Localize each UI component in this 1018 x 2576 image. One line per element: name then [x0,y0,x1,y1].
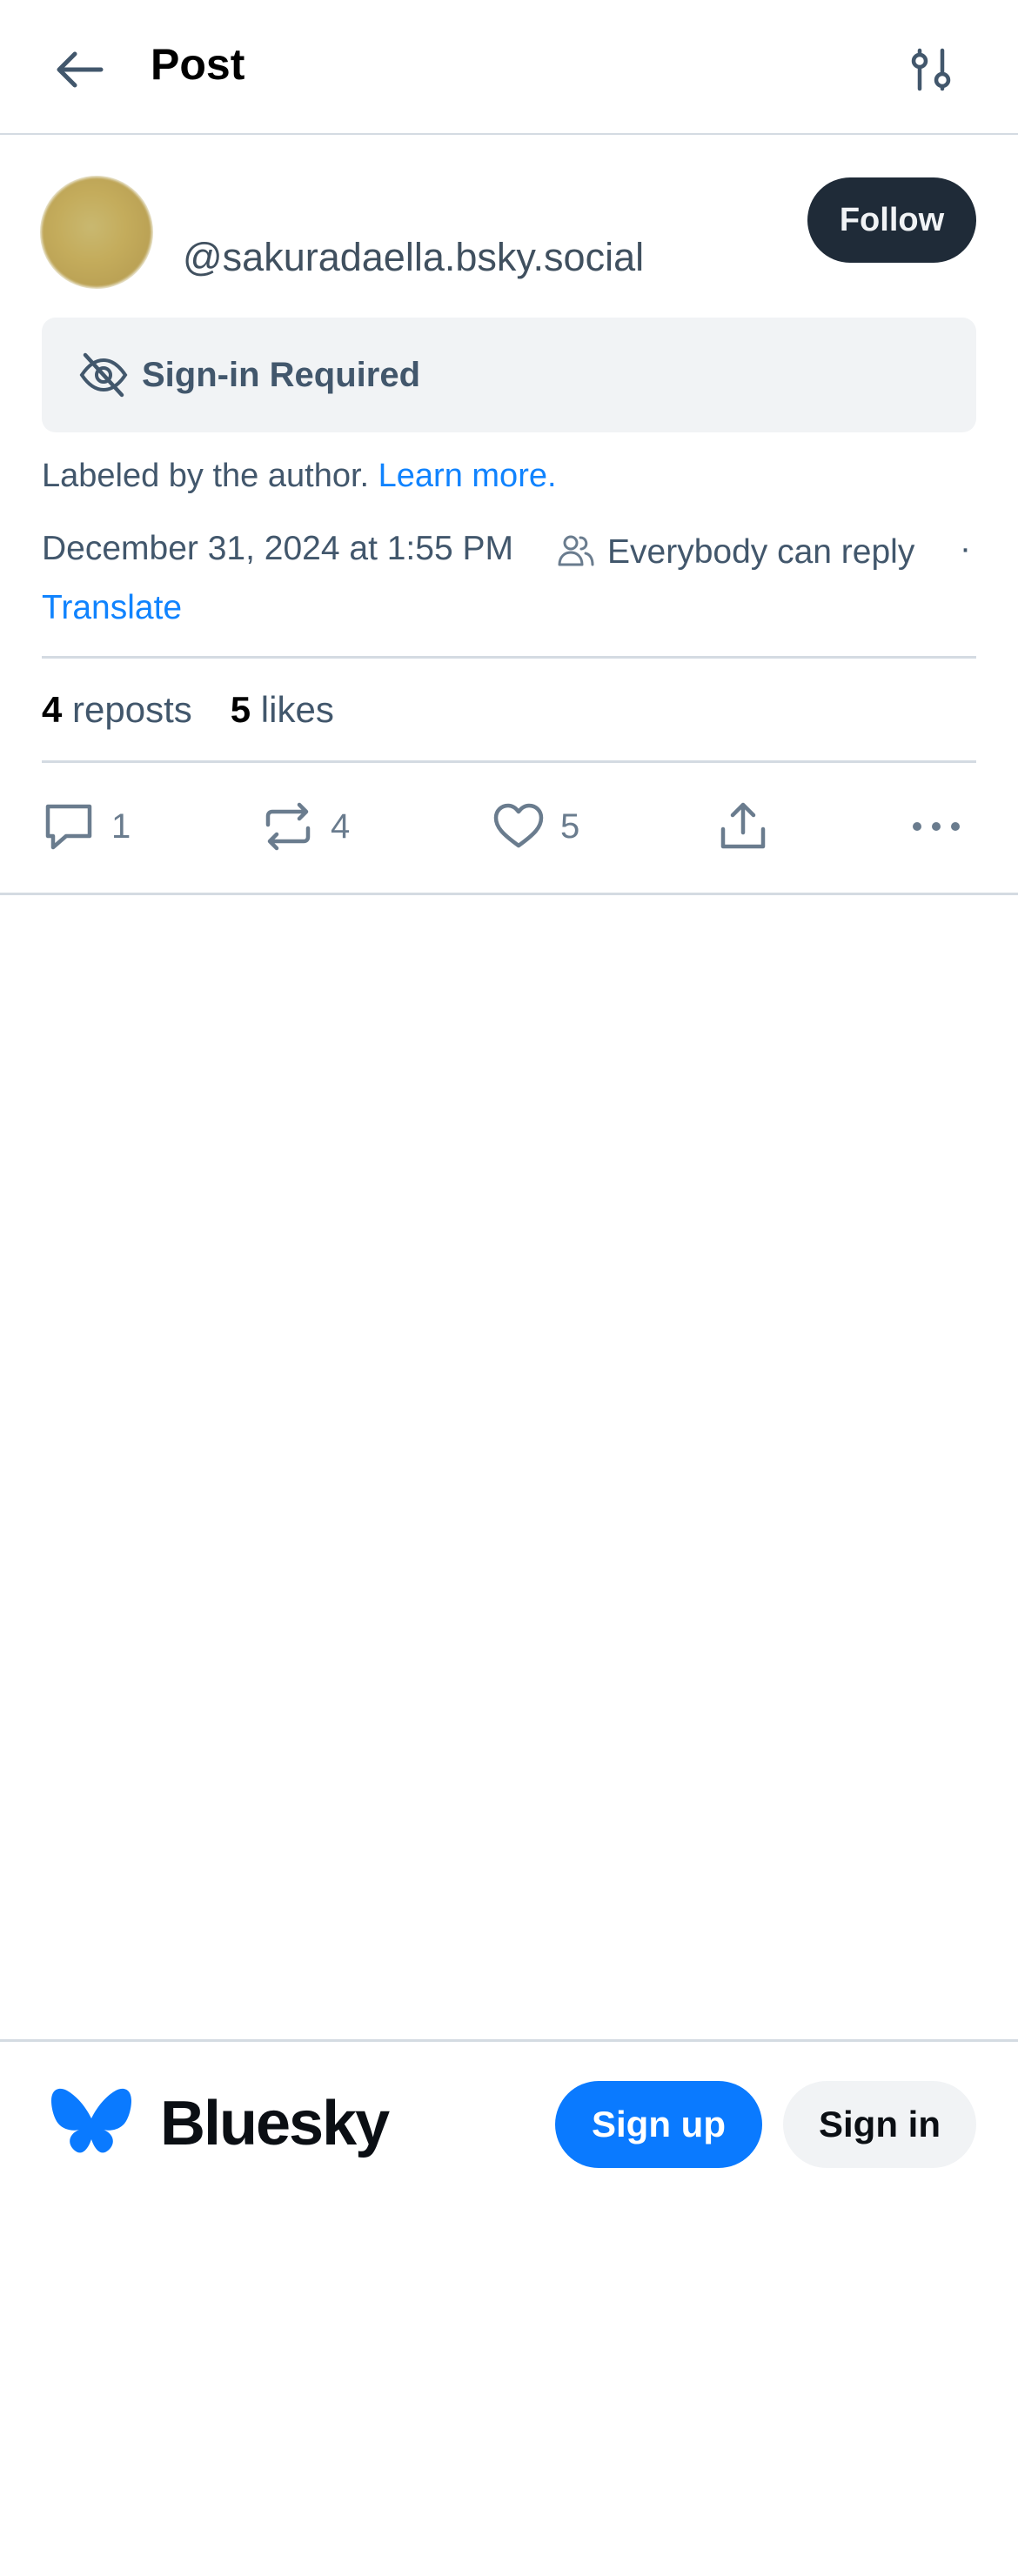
likes-count-link[interactable]: 5 likes [231,689,334,730]
arrow-left-icon [57,51,104,88]
post-timestamp: December 31, 2024 at 1:55 PM [42,530,513,567]
post-page: Post @sakuradaella.bsky.social Follow Si… [0,0,1018,2576]
reply-count: 1 [111,807,131,846]
repost-button[interactable]: 4 [261,783,350,870]
signup-footer: Bluesky Sign up Sign in [0,2039,1018,2187]
divider [42,760,976,763]
more-options-button[interactable] [910,783,962,870]
translate-link[interactable]: Translate [42,585,182,631]
divider [42,656,976,659]
signin-button[interactable]: Sign in [783,2081,976,2168]
top-bar: Post [0,0,1018,135]
like-button[interactable]: 5 [492,783,579,870]
follow-button[interactable]: Follow [807,177,976,263]
eye-slash-icon [79,352,128,398]
ellipsis-icon [913,822,960,831]
people-icon [558,535,594,566]
avatar[interactable] [42,177,151,287]
speech-bubble-icon [45,804,92,850]
label-text: Labeled by the author. [42,458,370,494]
reply-button[interactable]: 1 [42,783,131,870]
butterfly-logo-icon [51,2088,131,2153]
sliders-icon [911,48,951,91]
repost-icon [265,802,311,851]
post-actions: 1 4 5 [0,783,1018,887]
meta-separator: · [960,530,971,567]
content-warning-label: Sign-in Required [142,356,420,394]
reply-setting[interactable]: Everybody can reply [607,530,914,575]
share-button[interactable] [719,783,767,870]
content-warning-box[interactable]: Sign-in Required [42,318,976,432]
divider [0,893,1018,895]
engagement-counts: 4 reposts 5 likes [42,687,334,733]
reposts-count-link[interactable]: 4 reposts [42,689,192,730]
thread-settings-button[interactable] [896,35,966,104]
post-meta: December 31, 2024 at 1:55 PM Everybody c… [42,526,976,575]
share-icon [720,802,766,849]
page-title: Post [151,40,245,89]
author-handle[interactable]: @sakuradaella.bsky.social [183,233,644,282]
brand-name: Bluesky [160,2089,390,2158]
like-count: 5 [560,807,580,846]
signup-button[interactable]: Sign up [555,2081,762,2168]
repost-count: 4 [331,807,351,846]
label-notice: Labeled by the author. Learn more. [42,454,557,498]
learn-more-link[interactable]: Learn more. [378,458,557,494]
back-button[interactable] [44,35,113,104]
heart-icon [493,803,544,848]
